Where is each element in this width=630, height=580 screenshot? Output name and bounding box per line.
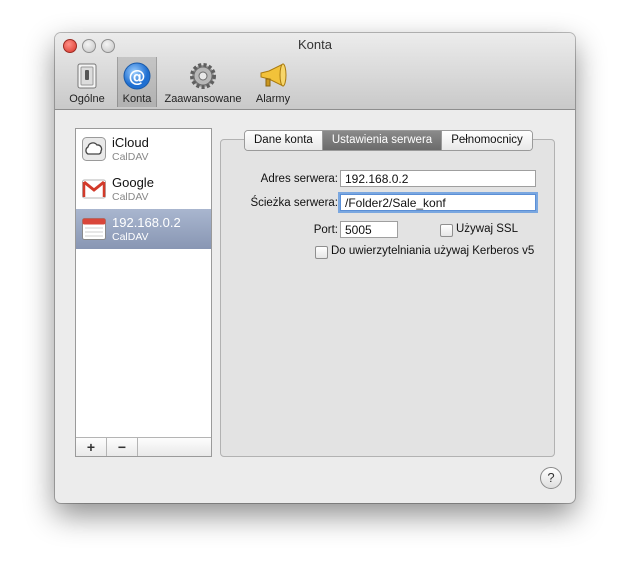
account-name: Google [112,175,154,190]
account-item-server[interactable]: 192.168.0.2 CalDAV [76,209,211,249]
toolbar-label: Ogólne [69,93,105,105]
server-path-field[interactable]: /Folder2/Sale_konf [340,194,536,211]
account-name: 192.168.0.2 [112,215,181,230]
port-label: Port: [313,224,338,236]
at-sign-icon: @ [123,62,151,90]
preferences-window: Konta Ogólne @ Konta Zaawansowane Alarmy… [55,33,575,503]
toolbar-advanced[interactable]: Zaawansowane [161,57,245,107]
account-item-google[interactable]: Google CalDAV [76,169,211,209]
icloud-icon [82,137,106,161]
accounts-list: iCloud CalDAV Google CalDAV 192.168.0.2 … [75,128,212,457]
server-address-label: Adres serwera: [260,173,338,185]
svg-text:@: @ [129,67,146,87]
account-type: CalDAV [112,231,149,243]
server-address-field[interactable]: 192.168.0.2 [340,170,536,187]
tab-account-details[interactable]: Dane konta [245,131,323,150]
add-account-button[interactable]: + [76,438,107,456]
account-name: iCloud [112,135,149,150]
server-path-label: Ścieżka serwera: [250,197,338,209]
toolbar-accounts[interactable]: @ Konta [117,57,157,107]
kerberos-label: Do uwierzytelniania używaj Kerberos v5 [331,245,535,257]
ssl-checkbox[interactable] [440,224,453,237]
list-button-bar: + − [76,437,211,456]
toolbar-general[interactable]: Ogólne [65,57,109,107]
title-toolbar: Konta Ogólne @ Konta Zaawansowane Alarmy [55,33,575,110]
help-button[interactable]: ? [540,467,562,489]
account-type: CalDAV [112,151,149,163]
account-type: CalDAV [112,191,149,203]
toolbar-label: Zaawansowane [164,93,242,105]
toolbar-label: Alarmy [255,93,291,105]
tab-bar: Dane konta Ustawienia serwera Pełnomocni… [244,130,533,151]
port-field[interactable]: 5005 [340,221,398,238]
window-title: Konta [298,37,332,52]
ssl-label: Używaj SSL [456,223,518,235]
account-item-icloud[interactable]: iCloud CalDAV [76,129,211,169]
calendar-icon [82,218,106,240]
general-switch-icon [77,63,97,89]
kerberos-checkbox[interactable] [315,246,328,259]
toolbar-label: Konta [122,93,152,105]
megaphone-icon [260,63,287,87]
gmail-icon [82,179,106,199]
toolbar-alerts[interactable]: Alarmy [251,57,295,107]
remove-account-button[interactable]: − [107,438,138,456]
tab-delegates[interactable]: Pełnomocnicy [442,131,532,150]
tab-server-settings[interactable]: Ustawienia serwera [322,131,443,150]
gear-icon [190,63,216,89]
